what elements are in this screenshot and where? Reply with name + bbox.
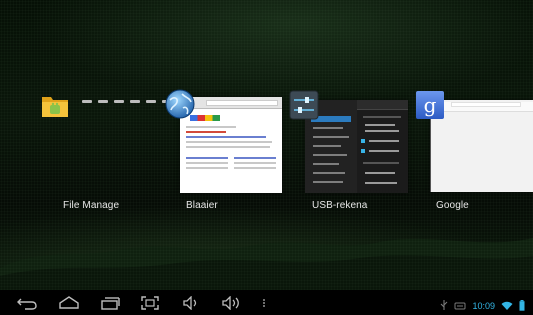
recent-app-label: USB-rekena bbox=[312, 200, 368, 211]
settings-sliders-icon bbox=[289, 90, 319, 120]
file-manager-thumbnail bbox=[82, 100, 172, 104]
notification-icon bbox=[454, 296, 466, 315]
usb-settings-thumbnail bbox=[305, 100, 408, 193]
battery-icon bbox=[519, 296, 525, 315]
google-thumbnail bbox=[430, 100, 533, 192]
status-area[interactable]: 10:09 bbox=[440, 296, 525, 315]
recent-app-label: Blaaier bbox=[186, 200, 218, 211]
volume-down-icon[interactable] bbox=[182, 296, 200, 310]
screenshot-icon[interactable] bbox=[140, 296, 160, 310]
svg-text:g: g bbox=[424, 93, 437, 117]
wallpaper-wave bbox=[0, 238, 533, 290]
home-icon[interactable] bbox=[58, 296, 80, 310]
google-g-icon: g bbox=[415, 90, 445, 120]
clock: 10:09 bbox=[472, 300, 495, 311]
recent-app-label: File Manage bbox=[63, 200, 120, 211]
more-icon[interactable] bbox=[261, 296, 267, 310]
recent-app-label: Google bbox=[436, 200, 469, 211]
back-icon[interactable] bbox=[16, 296, 38, 310]
wifi-icon bbox=[501, 296, 513, 315]
usb-icon bbox=[440, 296, 448, 315]
volume-up-icon[interactable] bbox=[221, 296, 243, 310]
folder-icon bbox=[40, 90, 70, 120]
recent-apps-icon[interactable] bbox=[99, 296, 121, 310]
globe-icon bbox=[164, 88, 195, 119]
